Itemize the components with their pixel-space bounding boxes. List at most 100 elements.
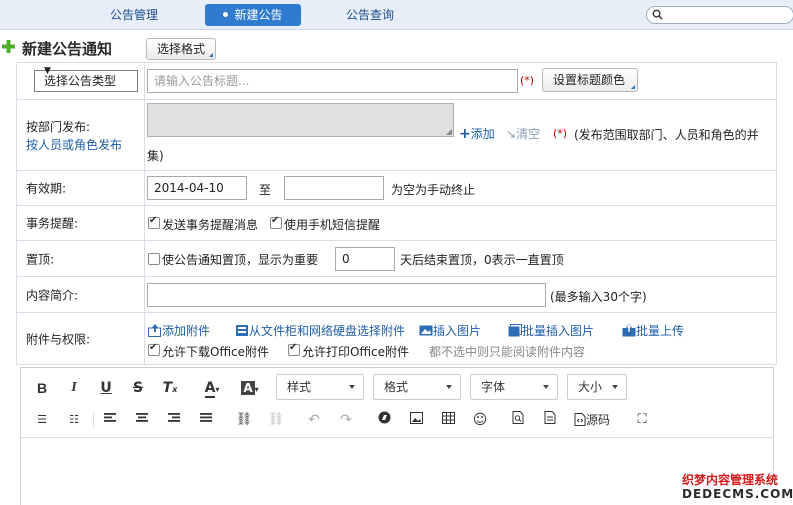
resize-handle-icon: ◢: [445, 127, 452, 136]
pin-checkbox[interactable]: [148, 253, 160, 265]
italic-icon[interactable]: I: [64, 378, 84, 398]
size-dropdown-label: 大小: [578, 380, 603, 394]
font-dropdown[interactable]: 字体: [470, 374, 558, 400]
title-color-label: 设置标题颜色: [553, 73, 626, 87]
watermark-line1: 织梦内容管理系统: [682, 473, 779, 487]
add-attachment-button[interactable]: 添加附件: [148, 322, 210, 339]
summary-cell: (最多输入30个字): [146, 277, 776, 312]
allow-print-checkbox[interactable]: [288, 342, 300, 356]
validity-cell: 2014-04-10 至 为空为手动终止: [146, 171, 776, 205]
title-cell: 请输入公告标题... (*) 设置标题颜色: [146, 63, 776, 99]
corner-arrow-icon: [209, 53, 213, 57]
preview-icon[interactable]: [540, 410, 560, 430]
pin-row: 置顶: 使公告通知置顶，显示为重要 0 天后结束置顶，0表示一直置顶: [16, 241, 777, 277]
title-color-button[interactable]: 设置标题颜色: [542, 68, 638, 92]
publish-label: 按部门发布:: [26, 120, 91, 134]
underline-icon[interactable]: U: [96, 378, 116, 398]
tab-new-notice-label: 新建公告: [234, 8, 283, 22]
publish-cell: ◢ +添加 ↘清空 (*) (发布范围取部门、人员和角色的并 集): [146, 100, 776, 170]
source-code-button[interactable]: 源码: [574, 410, 622, 430]
clear-department-button[interactable]: ↘清空: [506, 125, 540, 142]
watermark-line2: DEDECMS.COM: [682, 487, 793, 501]
allow-print-label: 允许打印Office附件: [302, 345, 410, 359]
pin-days-input[interactable]: 0: [335, 247, 395, 271]
notice-title-input[interactable]: 请输入公告标题...: [147, 69, 518, 93]
pin-option-label: 使公告通知置顶，显示为重要: [162, 253, 319, 267]
summary-label: 内容简介:: [26, 288, 79, 302]
send-reminder-label: 发送事务提醒消息: [162, 218, 259, 232]
source-icon: [574, 413, 586, 426]
search-input[interactable]: [646, 6, 793, 24]
clear-format-icon[interactable]: Tx: [160, 378, 180, 398]
reminder-label-cell: 事务提醒:: [17, 206, 145, 240]
search-replace-icon[interactable]: [508, 410, 528, 430]
fullscreen-icon[interactable]: ⛶: [632, 410, 652, 430]
batch-upload-button[interactable]: 批量上传: [622, 322, 684, 339]
start-date-input[interactable]: 2014-04-10: [147, 176, 247, 200]
align-center-icon[interactable]: [132, 410, 152, 430]
tab-notice-management[interactable]: 公告管理: [96, 4, 172, 26]
toolbar-divider: [93, 412, 94, 428]
pin-cell: 使公告通知置顶，显示为重要 0 天后结束置顶，0表示一直置顶: [146, 241, 776, 276]
emoji-icon[interactable]: ☺: [470, 410, 490, 430]
sms-reminder-checkbox[interactable]: [270, 215, 282, 229]
align-left-icon[interactable]: [100, 410, 120, 430]
upload-icon: [148, 324, 161, 337]
publish-note-line2: 集): [147, 149, 164, 163]
select-from-disk-button[interactable]: 从文件柜和网络硬盘选择附件: [235, 322, 405, 339]
pin-hint: 天后结束置顶，0表示一直置顶: [400, 253, 564, 267]
ordered-list-icon[interactable]: ☰: [32, 410, 52, 430]
publish-by-person-link[interactable]: 按人员或角色发布: [26, 136, 122, 153]
undo-icon[interactable]: ↶: [304, 410, 324, 430]
editor-content-area[interactable]: [21, 439, 773, 505]
send-reminder-checkbox[interactable]: [148, 215, 160, 229]
media-icon[interactable]: [374, 410, 394, 430]
image-icon: [419, 325, 433, 336]
format-dropdown-label: 格式: [384, 380, 409, 394]
source-code-label: 源码: [586, 413, 611, 427]
pin-label-cell: 置顶:: [17, 241, 145, 276]
bold-icon[interactable]: B: [32, 378, 52, 398]
font-color-icon[interactable]: A▾: [199, 378, 225, 398]
chevron-down-icon: [446, 385, 452, 389]
select-from-disk-label: 从文件柜和网络硬盘选择附件: [249, 324, 406, 338]
validity-row: 有效期: 2014-04-10 至 为空为手动终止: [16, 171, 777, 206]
background-color-icon[interactable]: A ▾: [237, 378, 263, 398]
select-format-button[interactable]: 选择格式: [146, 38, 216, 60]
size-dropdown[interactable]: 大小: [567, 374, 627, 400]
chevron-down-icon: ▼: [44, 66, 51, 76]
end-date-input[interactable]: [284, 176, 384, 200]
insert-image-button[interactable]: 插入图片: [419, 322, 481, 339]
add-department-label: 添加: [470, 127, 495, 141]
font-dropdown-label: 字体: [481, 380, 506, 394]
reminder-cell: 发送事务提醒消息 使用手机短信提醒: [146, 206, 776, 240]
align-right-icon[interactable]: [164, 410, 184, 430]
notice-type-select[interactable]: 选择公告类型 ▼: [34, 66, 138, 92]
format-dropdown[interactable]: 格式: [373, 374, 461, 400]
unlink-icon[interactable]: ⛓: [266, 410, 286, 430]
department-textarea[interactable]: ◢: [147, 103, 454, 137]
add-attachment-label: 添加附件: [162, 324, 211, 338]
image-icon[interactable]: [406, 410, 426, 430]
redo-icon[interactable]: ↷: [336, 410, 356, 430]
rich-text-editor: B I U S Tx A▾ A ▾ 样式 格式 字体 大小 ☰ ☷ ⛓ ⛓ ↶ ↷: [20, 367, 774, 505]
summary-input[interactable]: [147, 283, 546, 307]
to-label: 至: [259, 183, 272, 197]
strikethrough-icon[interactable]: S: [128, 378, 148, 398]
batch-insert-image-button[interactable]: 批量插入图片: [508, 322, 594, 339]
tab-new-notice[interactable]: 新建公告: [205, 4, 301, 26]
reminder-label: 事务提醒:: [26, 216, 79, 231]
tab-notice-query[interactable]: 公告查询: [332, 4, 408, 26]
style-dropdown[interactable]: 样式: [276, 374, 364, 400]
chevron-down-icon: [612, 385, 618, 389]
allow-download-checkbox[interactable]: [148, 342, 160, 356]
link-icon[interactable]: ⛓: [234, 410, 254, 430]
add-department-button[interactable]: +添加: [459, 125, 495, 142]
editor-toolbar: B I U S Tx A▾ A ▾ 样式 格式 字体 大小 ☰ ☷ ⛓ ⛓ ↶ ↷: [21, 368, 773, 438]
justify-icon[interactable]: [196, 410, 216, 430]
title-row: 新建公告通知 选择格式: [0, 34, 793, 62]
validity-label: 有效期:: [26, 181, 67, 196]
table-icon[interactable]: [438, 410, 458, 430]
unordered-list-icon[interactable]: ☷: [64, 410, 84, 430]
corner-arrow-icon: [631, 85, 635, 89]
